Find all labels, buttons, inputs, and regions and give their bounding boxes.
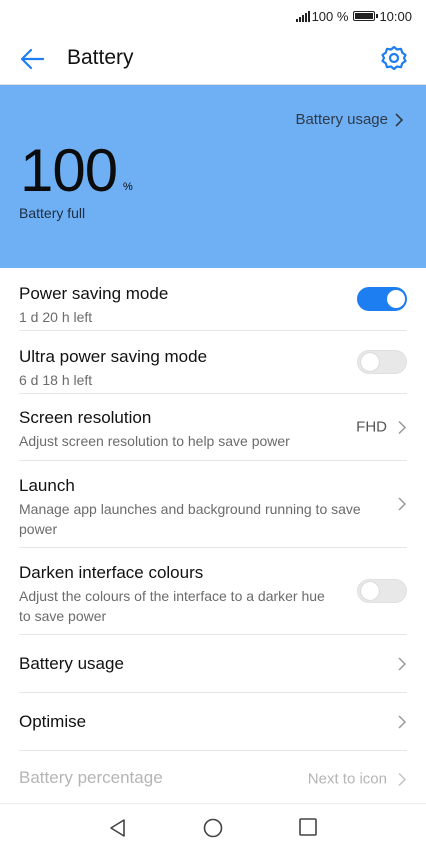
setting-launch[interactable]: Launch Manage app launches and backgroun… — [19, 461, 407, 548]
chevron-right-icon — [395, 112, 404, 127]
setting-title: Screen resolution — [19, 408, 152, 427]
darken-interface-toggle[interactable] — [357, 579, 407, 603]
setting-title: Optimise — [19, 712, 87, 731]
signal-icon — [295, 10, 310, 22]
setting-battery-percentage: Battery percentage Next to icon — [19, 751, 407, 807]
setting-title: Power saving mode — [19, 284, 169, 303]
setting-power-saving-mode[interactable]: Power saving mode 1 d 20 h left — [19, 268, 407, 331]
battery-percent: 100 % — [311, 8, 349, 24]
battery-percentage-value: Next to icon — [307, 770, 387, 788]
setting-subtitle: Adjust screen resolution to help save po… — [19, 433, 290, 449]
setting-subtitle: 6 d 18 h left — [19, 372, 93, 388]
setting-screen-resolution[interactable]: Screen resolution Adjust screen resoluti… — [19, 394, 407, 461]
setting-subtitle: Adjust the colours of the interface to a… — [19, 588, 325, 624]
settings-list: Power saving mode 1 d 20 h left Ultra po… — [0, 268, 426, 807]
setting-title: Darken interface colours — [19, 563, 204, 582]
setting-ultra-power-saving-mode[interactable]: Ultra power saving mode 6 d 18 h left — [19, 331, 407, 394]
power-saving-toggle[interactable] — [357, 287, 407, 311]
battery-level-unit: % — [123, 181, 133, 193]
triangle-back-icon[interactable] — [108, 818, 128, 838]
setting-optimise[interactable]: Optimise — [19, 693, 407, 751]
battery-usage-link-label: Battery usage — [295, 111, 388, 128]
battery-hero: Battery usage 100 % Battery full — [0, 85, 426, 268]
app-bar: Battery — [0, 32, 426, 85]
battery-status: Battery full — [19, 205, 86, 221]
chevron-right-icon — [398, 772, 407, 786]
chevron-right-icon — [398, 497, 407, 511]
page-title: Battery — [67, 46, 134, 69]
arrow-left-icon[interactable] — [18, 45, 46, 73]
circle-home-icon[interactable] — [203, 818, 223, 838]
setting-darken-interface-colours[interactable]: Darken interface colours Adjust the colo… — [19, 548, 407, 635]
square-recents-icon[interactable] — [299, 818, 317, 836]
setting-title: Ultra power saving mode — [19, 347, 208, 366]
chevron-right-icon — [398, 714, 407, 729]
ultra-power-saving-toggle[interactable] — [357, 350, 407, 374]
navigation-bar — [0, 803, 426, 852]
setting-subtitle: 1 d 20 h left — [19, 309, 93, 325]
battery-icon — [353, 11, 379, 21]
setting-battery-usage[interactable]: Battery usage — [19, 635, 407, 693]
battery-level: 100 — [20, 137, 118, 204]
chevron-right-icon — [398, 420, 407, 434]
setting-title: Battery usage — [19, 654, 124, 673]
setting-subtitle: Manage app launches and background runni… — [19, 501, 361, 537]
chevron-right-icon — [398, 656, 407, 671]
status-bar: 100 % 10:00 — [0, 0, 426, 32]
clock: 10:00 — [379, 8, 412, 24]
gear-icon[interactable] — [380, 44, 408, 72]
battery-usage-link[interactable]: Battery usage — [295, 111, 404, 128]
screen-resolution-value: FHD — [356, 418, 387, 436]
setting-title: Launch — [19, 476, 75, 495]
